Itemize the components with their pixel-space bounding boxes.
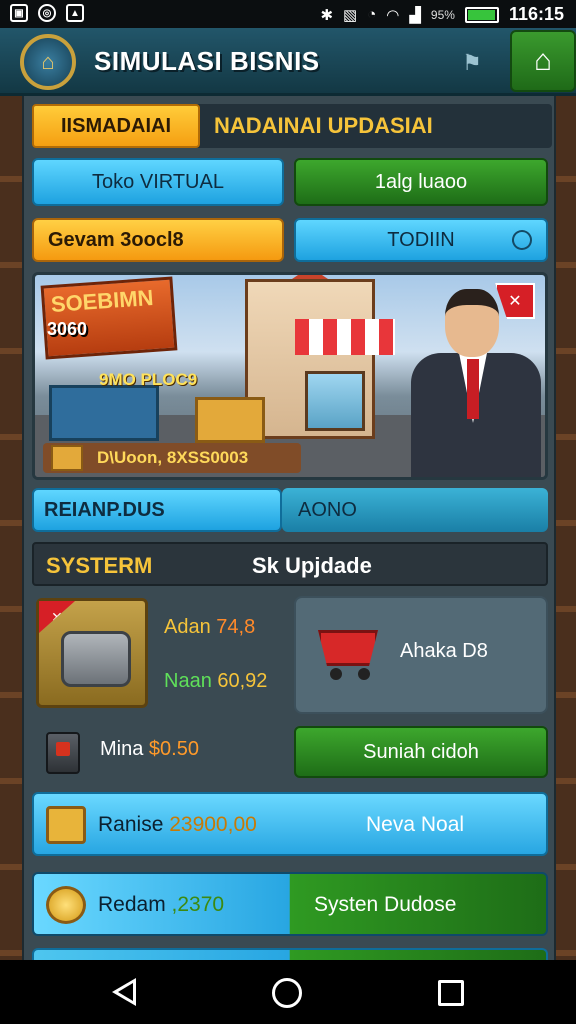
- gem-icon: [508, 226, 536, 254]
- redam-label: Redam: [98, 893, 166, 916]
- tab-bar: IISMADAIAI NADAINAI UPDASIAI: [32, 104, 552, 148]
- mina-label: Mina: [100, 738, 144, 760]
- banner-caption-bottom: D\Uoon, 8XSS0003: [43, 443, 301, 473]
- toko-virtual-button[interactable]: Toko VIRTUAL: [32, 158, 284, 206]
- redam-row[interactable]: Redam ,2370 Systen Dudose: [32, 872, 548, 936]
- redam-text: Redam ,2370: [98, 893, 224, 917]
- crate-icon: [46, 806, 86, 844]
- shelf-left: [0, 96, 22, 960]
- tab-active[interactable]: IISMADAIAI: [32, 104, 200, 148]
- sale-tag-icon: ✕: [39, 601, 75, 633]
- navigation-bar: [0, 960, 576, 1024]
- shop-sign: SOEBIMN: [40, 276, 178, 360]
- alarm-icon: ◔: [367, 6, 377, 23]
- banner-caption-top: 9MO PLOC9: [99, 370, 198, 389]
- tab-updates[interactable]: NADAINAI UPDASIAI: [214, 104, 433, 148]
- gallery-icon: ▣: [10, 4, 28, 22]
- shop-awning: [295, 319, 395, 355]
- stat-2-value: 60,92: [217, 670, 268, 692]
- app-logo-icon: ⌂: [20, 34, 76, 90]
- flag-icon[interactable]: ⚑: [455, 50, 489, 75]
- stat-1-label: Adan: [164, 616, 211, 638]
- lalu-button[interactable]: 1alg luaoo: [294, 158, 548, 206]
- bluetooth-icon: ✱: [320, 6, 334, 24]
- system-update-prefix: Sk: [252, 553, 279, 578]
- machine-card[interactable]: ✕: [36, 598, 148, 708]
- shop-window: [305, 371, 365, 431]
- crate-icon: [51, 445, 83, 471]
- system-label: SYSTERM: [46, 553, 153, 578]
- wifi-icon: ◠: [386, 6, 400, 24]
- recent-apps-icon[interactable]: [438, 980, 464, 1006]
- ranise-row[interactable]: Ranise 23900,00 Neva Noal: [32, 792, 548, 856]
- sign-number: 3060: [47, 319, 88, 339]
- stat-2-label: Naan: [164, 670, 212, 692]
- main-panel: IISMADAIAI NADAINAI UPDASIAI Toko VIRTUA…: [22, 96, 556, 960]
- app-title: SIMULASI BISNIS: [94, 46, 320, 76]
- banner-caption-text: D\Uoon, 8XSS0003: [97, 448, 249, 467]
- signal-icon: ▟: [409, 6, 421, 24]
- image-icon: ▲: [66, 4, 84, 22]
- upgrade-card: ✕ Adan 74,8 Naan 60,92 Ahaka D8: [32, 596, 548, 714]
- home-nav-icon[interactable]: [272, 978, 302, 1008]
- mina-row: Mina $0.50 Suniah cidoh: [32, 726, 548, 778]
- shopping-cart-icon: [318, 622, 382, 680]
- shop-banner[interactable]: SOEBIMN 3060 9MO PLOC9 D\Uoon, 8XSS0003 …: [32, 272, 548, 480]
- back-icon[interactable]: [112, 978, 136, 1006]
- aono-segment[interactable]: AONO: [282, 488, 548, 532]
- system-update-bar: SYSTERM Sk Upjdade: [32, 542, 548, 586]
- clock: 116:15: [508, 4, 564, 24]
- ranise-text: Ranise 23900,00: [98, 813, 257, 837]
- stat-1-value: 74,8: [216, 616, 256, 638]
- system-update-text: Upjdade: [285, 553, 372, 578]
- status-bar: ▣ ◎ ▲ ✱ ▧ ◔ ◠ ▟ 95% 116:15: [0, 0, 576, 28]
- system-update-label[interactable]: Sk Upjdade: [252, 553, 372, 579]
- produce-box-icon: [195, 397, 265, 443]
- system-dudose-label: Systen Dudose: [314, 893, 457, 916]
- suniah-button[interactable]: Suniah cidoh: [294, 726, 548, 778]
- shelf-right: [554, 96, 576, 960]
- coin-icon: [46, 886, 86, 924]
- home-icon: ⌂: [533, 44, 553, 77]
- compass-icon: ◎: [38, 4, 56, 22]
- todin-button[interactable]: TODIIN: [294, 218, 548, 262]
- market-stall: [49, 385, 159, 441]
- upgrade-stat-2: Naan 60,92: [164, 670, 267, 693]
- mina-value: $0.50: [148, 738, 199, 760]
- vending-icon: [46, 732, 80, 774]
- relanp-segment[interactable]: REIANP.DUS: [32, 488, 282, 532]
- upgrade-stat-1: Adan 74,8: [164, 616, 255, 639]
- nfc-icon: ▧: [343, 6, 358, 24]
- cart-label: Ahaka D8: [400, 640, 488, 662]
- battery-percent: 95%: [430, 7, 455, 22]
- app-header: ⌂ SIMULASI BISNIS ⚑ ⌂: [0, 28, 576, 96]
- todin-label: TODIIN: [387, 228, 455, 251]
- gevam-button[interactable]: Gevam 3oocl8: [32, 218, 284, 262]
- next-row-partial[interactable]: [32, 948, 548, 960]
- mina-text: Mina $0.50: [100, 738, 199, 761]
- shopping-cart-card[interactable]: Ahaka D8: [294, 596, 548, 714]
- redam-value: ,2370: [171, 893, 225, 916]
- ranise-label: Ranise: [98, 813, 164, 836]
- battery-icon: [464, 6, 499, 23]
- neva-noal-label: Neva Noal: [366, 813, 465, 836]
- home-button[interactable]: ⌂: [510, 30, 576, 92]
- ranise-value: 23900,00: [169, 813, 257, 836]
- machine-icon: [61, 631, 131, 687]
